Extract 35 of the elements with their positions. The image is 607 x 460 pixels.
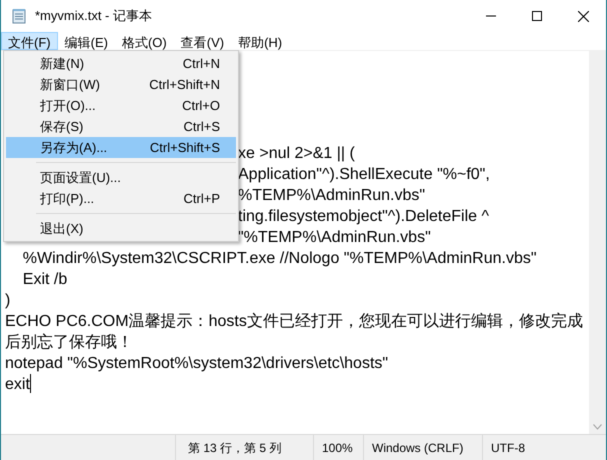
notepad-icon [11,8,27,24]
text-line: ) [5,291,10,311]
vertical-scrollbar[interactable] [589,51,606,434]
menu-item[interactable]: 页面设置(U)... [6,167,236,188]
text-caret [30,374,31,393]
text-line: "%TEMP%\AdminRun.vbs" [238,228,431,248]
scroll-down-icon[interactable] [593,424,602,430]
text-line: Exit /b [22,270,68,290]
menu-bar-item[interactable]: 查看(V) [174,32,232,50]
text-line: notepad "%SystemRoot%\system32\drivers\etc\hosts" [5,354,388,374]
text-line: ting.filesystemobject"^).DeleteFile ^ [238,207,490,227]
zoom-level: 100% [313,435,363,460]
menu-bar-item[interactable]: 帮助(H) [231,32,290,50]
maximize-icon [532,11,542,21]
menu-bar-item[interactable]: 格式(O) [114,32,174,50]
text-line: xe >nul 2>&1 || ( [238,144,355,164]
menu-item[interactable]: 退出(X) [6,218,236,239]
menu-item[interactable]: 保存(S) Ctrl+S [6,116,236,137]
text-line: %TEMP%\AdminRun.vbs" [238,186,426,206]
menu-bar-item[interactable]: 文件(F) [1,32,58,50]
text-line: %Windir%\System32\CSCRIPT.exe //Nologo "%TEMP%\AdminRun.vbs" [22,249,537,269]
window-title: *myvmix.txt - 记事本 [35,7,152,26]
menu-item[interactable]: 打开(O)... Ctrl+O [6,95,236,116]
encoding: UTF-8 [482,435,582,460]
line-ending: Windows (CRLF) [363,435,482,460]
close-icon [578,10,588,22]
text-line: exit [5,374,31,395]
menu-item[interactable]: 新窗口(W) Ctrl+Shift+N [6,74,236,95]
menu-item[interactable]: 新建(N) Ctrl+N [6,53,236,74]
cursor-position: 第 13 行，第 5 列 [175,435,313,460]
menu-item[interactable]: 另存为(A)... Ctrl+Shift+S [6,137,236,158]
text-line: ECHO PC6.COM温馨提示：hosts文件已经打开，您现在可以进行编辑，修改完成后别忘了保存哦！ [5,312,584,353]
text-line: Application"^).ShellExecute "%~f0", [238,165,490,185]
menu-item[interactable]: 打印(P)... Ctrl+P [6,188,236,209]
menu-bar-item[interactable]: 编辑(E) [58,32,115,50]
